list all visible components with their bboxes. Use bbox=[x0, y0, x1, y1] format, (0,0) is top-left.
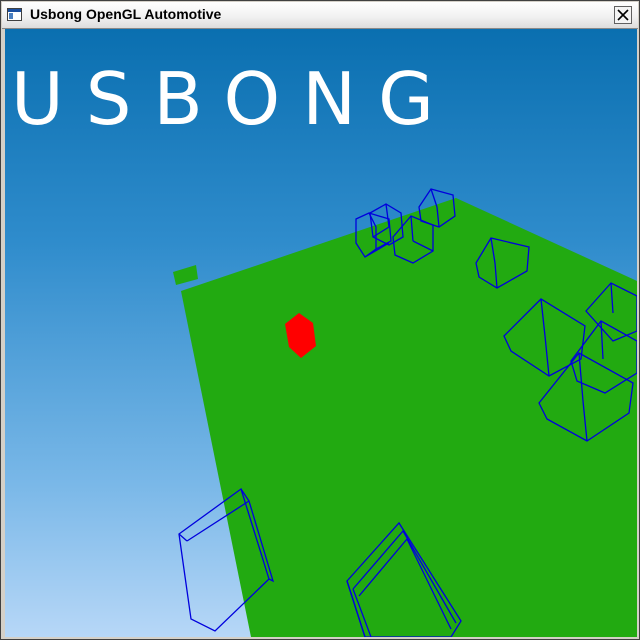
app-window: Usbong OpenGL Automotive USBONG bbox=[0, 0, 640, 640]
opengl-viewport[interactable]: USBONG bbox=[5, 29, 637, 637]
ground-plane bbox=[181, 198, 637, 637]
close-button[interactable] bbox=[614, 6, 632, 24]
window-title: Usbong OpenGL Automotive bbox=[30, 6, 222, 22]
close-icon bbox=[617, 9, 629, 21]
ground-marker bbox=[173, 265, 198, 285]
app-icon bbox=[7, 8, 22, 21]
title-bar[interactable]: Usbong OpenGL Automotive bbox=[2, 2, 638, 29]
usbong-logo-text: USBONG bbox=[11, 57, 456, 141]
